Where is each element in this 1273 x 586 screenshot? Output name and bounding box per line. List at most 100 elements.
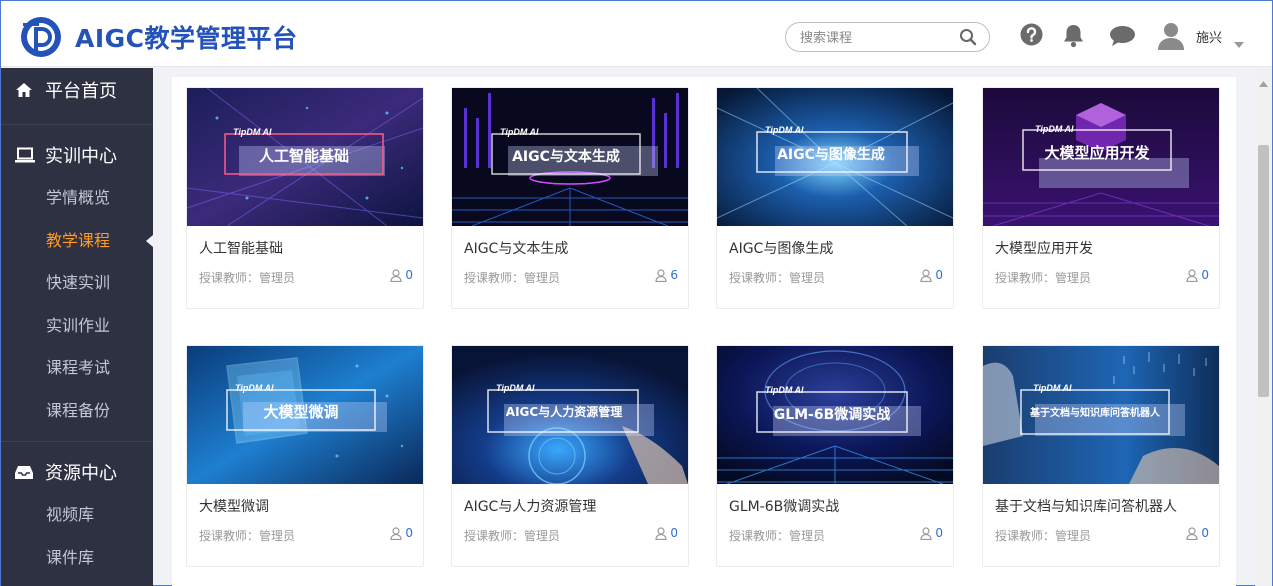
course-teacher: 授课教师：管理员 — [464, 529, 561, 543]
sidebar-item-teaching-courses[interactable]: 教学课程 — [1, 220, 153, 263]
search-icon[interactable] — [959, 28, 977, 50]
course-card[interactable]: TipDM AI 基于文档与知识库问答机器人 基于文档与知识库问答机器人 授课教… — [982, 345, 1220, 567]
student-count: 0 — [390, 268, 413, 282]
banner-brand: TipDM AI — [765, 385, 804, 395]
course-card[interactable]: TipDM AI 人工智能基础 人工智能基础 授课教师：管理员 0 — [186, 87, 424, 309]
banner-brand: TipDM AI — [496, 383, 535, 393]
user-icon — [655, 268, 667, 282]
banner-text: 大模型应用开发 — [1044, 144, 1150, 162]
banner-brand: TipDM AI — [233, 127, 272, 137]
course-card[interactable]: TipDM AI AIGC与人力资源管理 AIGC与人力资源管理 授课教师：管理… — [451, 345, 689, 567]
home-icon — [15, 82, 37, 98]
banner-brand: TipDM AI — [1035, 124, 1074, 134]
student-count: 0 — [920, 526, 943, 540]
sidebar-resource-label: 资源中心 — [45, 463, 117, 484]
sidebar-item-courseware-library[interactable]: 课件库 — [1, 537, 153, 580]
help-icon[interactable] — [1020, 23, 1043, 50]
student-count: 6 — [655, 268, 678, 282]
course-title: 大模型应用开发 — [995, 241, 1093, 257]
course-teacher: 授课教师：管理员 — [199, 271, 296, 285]
course-banner: TipDM AI AIGC与文本生成 — [452, 88, 688, 226]
course-teacher: 授课教师：管理员 — [729, 271, 826, 285]
course-banner: TipDM AI AIGC与图像生成 — [717, 88, 953, 226]
scrollbar-thumb[interactable] — [1258, 145, 1269, 397]
course-banner: TipDM AI 大模型微调 — [187, 346, 423, 484]
sidebar-item-course-exam[interactable]: 课程考试 — [1, 347, 153, 390]
course-title: 基于文档与知识库问答机器人 — [995, 499, 1177, 515]
course-card[interactable]: TipDM AI AIGC与图像生成 AIGC与图像生成 授课教师：管理员 0 — [716, 87, 954, 309]
student-count-value: 0 — [405, 526, 413, 540]
course-card[interactable]: TipDM AI 大模型微调 大模型微调 授课教师：管理员 0 — [186, 345, 424, 567]
course-teacher: 授课教师：管理员 — [464, 271, 561, 285]
banner-brand: TipDM AI — [765, 125, 804, 135]
student-count-value: 6 — [670, 268, 678, 282]
student-count-value: 0 — [405, 268, 413, 282]
student-count-value: 0 — [670, 526, 678, 540]
course-teacher: 授课教师：管理员 — [995, 529, 1092, 543]
student-count: 0 — [1186, 268, 1209, 282]
course-card[interactable]: TipDM AI 大模型应用开发 大模型应用开发 授课教师：管理员 0 — [982, 87, 1220, 309]
user-icon — [1186, 526, 1198, 540]
sidebar-item-video-library[interactable]: 视频库 — [1, 494, 153, 537]
banner-brand: TipDM AI — [1033, 383, 1072, 393]
notification-bell-icon[interactable] — [1062, 23, 1085, 52]
student-count-value: 0 — [935, 268, 943, 282]
sidebar: 平台首页 实训中心 学情概览 教学课程 快速实训 实训作业 课程考试 课程备份 … — [1, 68, 153, 586]
banner-brand: TipDM AI — [235, 383, 274, 393]
course-banner: TipDM AI 基于文档与知识库问答机器人 — [983, 346, 1219, 484]
sidebar-item-training-center[interactable]: 实训中心 — [1, 133, 153, 177]
sidebar-item-quick-training[interactable]: 快速实训 — [1, 262, 153, 305]
course-card[interactable]: TipDM AI GLM-6B微调实战 GLM-6B微调实战 授课教师：管理员 … — [716, 345, 954, 567]
banner-text: 大模型微调 — [263, 403, 338, 421]
course-title: 人工智能基础 — [199, 241, 283, 257]
user-icon — [655, 526, 667, 540]
course-card[interactable]: TipDM AI AIGC与文本生成 AIGC与文本生成 授课教师：管理员 6 — [451, 87, 689, 309]
course-banner: TipDM AI GLM-6B微调实战 — [717, 346, 953, 484]
student-count-value: 0 — [1201, 526, 1209, 540]
course-banner: TipDM AI 大模型应用开发 — [983, 88, 1219, 226]
course-teacher: 授课教师：管理员 — [199, 529, 296, 543]
course-title: AIGC与图像生成 — [729, 241, 834, 257]
student-count: 0 — [655, 526, 678, 540]
user-avatar-icon[interactable] — [1156, 21, 1186, 55]
student-count-value: 0 — [1201, 268, 1209, 282]
inbox-icon — [15, 465, 37, 480]
course-title: AIGC与文本生成 — [464, 241, 569, 257]
sidebar-item-course-backup[interactable]: 课程备份 — [1, 390, 153, 433]
banner-text: AIGC与图像生成 — [777, 146, 885, 163]
course-title: GLM-6B微调实战 — [729, 499, 840, 515]
student-count-value: 0 — [935, 526, 943, 540]
top-header: AIGC教学管理平台 施兴 — [1, 1, 1272, 67]
nav-group-training: 实训中心 学情概览 教学课程 快速实训 实训作业 课程考试 课程备份 — [1, 125, 153, 442]
search-input[interactable] — [800, 28, 960, 48]
sidebar-training-label: 实训中心 — [45, 146, 117, 167]
course-teacher: 授课教师：管理员 — [995, 271, 1092, 285]
user-icon — [390, 526, 402, 540]
user-icon — [1186, 268, 1198, 282]
course-title: AIGC与人力资源管理 — [464, 499, 597, 515]
course-search-box — [785, 22, 990, 52]
banner-text: 基于文档与知识库问答机器人 — [1029, 406, 1161, 419]
student-count: 0 — [1186, 526, 1209, 540]
user-name[interactable]: 施兴 — [1196, 27, 1222, 46]
student-count: 0 — [390, 526, 413, 540]
course-teacher: 授课教师：管理员 — [729, 529, 826, 543]
platform-logo[interactable] — [17, 13, 65, 61]
sidebar-item-learning-overview[interactable]: 学情概览 — [1, 177, 153, 220]
laptop-icon — [15, 147, 37, 163]
banner-text: 人工智能基础 — [259, 147, 349, 165]
vertical-scrollbar[interactable] — [1255, 68, 1272, 586]
nav-group-home: 平台首页 — [1, 68, 153, 125]
user-icon — [390, 268, 402, 282]
scroll-up-arrow-icon[interactable] — [1259, 72, 1268, 91]
sidebar-item-home[interactable]: 平台首页 — [1, 68, 153, 112]
course-banner: TipDM AI 人工智能基础 — [187, 88, 423, 226]
message-icon[interactable] — [1109, 25, 1136, 51]
chevron-down-icon[interactable] — [1234, 33, 1244, 52]
banner-brand: TipDM AI — [500, 127, 539, 137]
banner-text: GLM-6B微调实战 — [774, 406, 891, 423]
sidebar-item-training-homework[interactable]: 实训作业 — [1, 305, 153, 348]
sidebar-item-resource-center[interactable]: 资源中心 — [1, 450, 153, 494]
user-icon — [920, 268, 932, 282]
course-banner: TipDM AI AIGC与人力资源管理 — [452, 346, 688, 484]
